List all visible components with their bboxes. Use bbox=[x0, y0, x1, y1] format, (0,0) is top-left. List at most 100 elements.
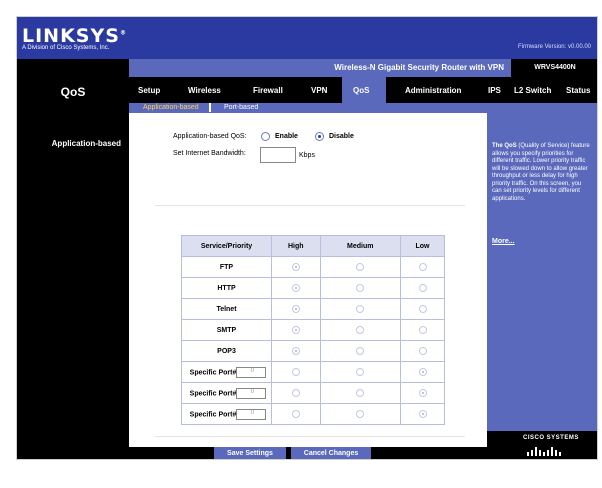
disable-radio[interactable] bbox=[315, 132, 324, 141]
priority-medium-radio[interactable] bbox=[356, 305, 365, 313]
specific-port-input[interactable]: 0 bbox=[236, 387, 267, 399]
column-header-high: High bbox=[271, 235, 321, 257]
priority-low-radio[interactable] bbox=[418, 284, 427, 292]
priority-medium-radio[interactable] bbox=[356, 389, 365, 397]
table-row: POP3 bbox=[181, 340, 445, 362]
tab-setup[interactable]: Setup bbox=[138, 86, 160, 95]
service-name: Specific Port# bbox=[189, 389, 237, 397]
left-column: QoS Application-based bbox=[17, 59, 129, 459]
cisco-logo-text: CISCO SYSTEMS bbox=[523, 435, 579, 441]
bandwidth-input[interactable] bbox=[260, 147, 296, 163]
divider-top bbox=[155, 205, 465, 206]
tab-administration[interactable]: Administration bbox=[405, 86, 461, 95]
subtab-application-based[interactable]: Application-based bbox=[143, 104, 199, 111]
tab-vpn[interactable]: VPN bbox=[311, 86, 327, 95]
priority-low-radio[interactable] bbox=[418, 347, 427, 355]
specific-port-input[interactable]: 0 bbox=[236, 366, 267, 378]
priority-high-radio[interactable] bbox=[291, 410, 300, 418]
bandwidth-label: Set Internet Bandwidth: bbox=[173, 150, 246, 157]
priority-low-radio[interactable] bbox=[418, 410, 427, 418]
firmware-version: Firmware Version: v0.00.00 bbox=[517, 44, 591, 50]
left-section-box: Application-based bbox=[17, 137, 129, 459]
more-link[interactable]: More... bbox=[492, 238, 515, 245]
section-title-box: QoS bbox=[17, 59, 129, 129]
product-model: WRVS4400N bbox=[511, 59, 597, 77]
priority-low-radio[interactable] bbox=[418, 368, 427, 376]
priority-high-radio[interactable] bbox=[291, 389, 300, 397]
column-header-low: Low bbox=[400, 235, 445, 257]
main-content: Application-based QoS: Enable Disable Se… bbox=[129, 113, 487, 437]
product-name: Wireless-N Gigabit Security Router with … bbox=[334, 63, 504, 72]
table-row: Specific Port# 0 bbox=[181, 382, 445, 404]
bandwidth-unit: Kbps bbox=[299, 152, 315, 159]
service-name: Specific Port# bbox=[189, 410, 237, 418]
specific-port-cell: Specific Port# 0 bbox=[181, 403, 272, 425]
left-section-label: Application-based bbox=[51, 139, 121, 148]
divider-bottom bbox=[155, 436, 465, 437]
service-name: POP3 bbox=[181, 340, 272, 362]
linksys-logo: LINKSYS® bbox=[22, 25, 127, 47]
specific-port-cell: Specific Port# 0 bbox=[181, 361, 272, 383]
priority-low-radio[interactable] bbox=[418, 263, 427, 271]
main-nav: Setup Wireless Firewall VPN QoS Administ… bbox=[129, 77, 597, 103]
enable-radio[interactable] bbox=[261, 132, 270, 141]
priority-medium-radio[interactable] bbox=[356, 284, 365, 292]
tab-firewall[interactable]: Firewall bbox=[253, 86, 283, 95]
tab-ips[interactable]: IPS bbox=[488, 86, 501, 95]
disable-label: Disable bbox=[329, 133, 354, 140]
specific-port-input[interactable]: 0 bbox=[236, 408, 267, 420]
cisco-logo-box: CISCO SYSTEMS bbox=[487, 431, 597, 459]
enable-label: Enable bbox=[275, 133, 298, 140]
priority-high-radio[interactable] bbox=[291, 284, 300, 292]
help-text: The QoS (Quality of Service) feature all… bbox=[492, 143, 590, 202]
specific-port-cell: Specific Port# 0 bbox=[181, 382, 272, 404]
priority-medium-radio[interactable] bbox=[356, 410, 365, 418]
left-divider bbox=[17, 129, 129, 137]
priority-high-radio[interactable] bbox=[291, 305, 300, 313]
service-name: HTTP bbox=[181, 277, 272, 299]
router-admin-page: LINKSYS® A Division of Cisco Systems, In… bbox=[16, 16, 598, 460]
tab-status[interactable]: Status bbox=[566, 86, 590, 95]
cisco-bars-icon bbox=[527, 447, 561, 456]
tab-l2-switch[interactable]: L2 Switch bbox=[514, 86, 551, 95]
table-row: Specific Port# 0 bbox=[181, 361, 445, 383]
action-bar: Save Settings Cancel Changes bbox=[17, 447, 487, 459]
priority-high-radio[interactable] bbox=[291, 347, 300, 355]
table-row: FTP bbox=[181, 256, 445, 278]
priority-high-radio[interactable] bbox=[291, 326, 300, 334]
priority-low-radio[interactable] bbox=[418, 389, 427, 397]
table-header-row: Service/Priority High Medium Low bbox=[181, 235, 445, 257]
subnav-separator bbox=[209, 103, 211, 112]
priority-medium-radio[interactable] bbox=[356, 326, 365, 334]
priority-medium-radio[interactable] bbox=[356, 347, 365, 355]
column-header-service: Service/Priority bbox=[181, 235, 272, 257]
save-settings-button[interactable]: Save Settings bbox=[214, 447, 286, 459]
qos-mode-label: Application-based QoS: bbox=[173, 133, 247, 140]
table-row: SMTP bbox=[181, 319, 445, 341]
subtab-port-based[interactable]: Port-based bbox=[224, 104, 258, 111]
priority-medium-radio[interactable] bbox=[356, 368, 365, 376]
service-name: FTP bbox=[181, 256, 272, 278]
page-title: QoS bbox=[60, 85, 86, 99]
sub-nav: Application-based Port-based bbox=[129, 103, 597, 113]
help-panel: The QoS (Quality of Service) feature all… bbox=[487, 113, 597, 431]
column-header-medium: Medium bbox=[319, 235, 402, 257]
table-row: HTTP bbox=[181, 277, 445, 299]
cancel-changes-button[interactable]: Cancel Changes bbox=[291, 447, 371, 459]
product-bar: Wireless-N Gigabit Security Router with … bbox=[129, 59, 597, 77]
priority-low-radio[interactable] bbox=[418, 305, 427, 313]
priority-table: Service/Priority High Medium Low FTP HTT… bbox=[181, 235, 445, 425]
table-row: Telnet bbox=[181, 298, 445, 320]
service-name: SMTP bbox=[181, 319, 272, 341]
priority-high-radio[interactable] bbox=[291, 263, 300, 271]
logo-subtitle: A Division of Cisco Systems, Inc. bbox=[22, 45, 110, 51]
priority-low-radio[interactable] bbox=[418, 326, 427, 334]
priority-medium-radio[interactable] bbox=[356, 263, 365, 271]
tab-wireless[interactable]: Wireless bbox=[188, 86, 221, 95]
priority-high-radio[interactable] bbox=[291, 368, 300, 376]
tab-qos[interactable]: QoS bbox=[353, 86, 369, 95]
table-row: Specific Port# 0 bbox=[181, 403, 445, 425]
header: LINKSYS® A Division of Cisco Systems, In… bbox=[17, 17, 597, 59]
service-name: Telnet bbox=[181, 298, 272, 320]
service-name: Specific Port# bbox=[189, 368, 237, 376]
